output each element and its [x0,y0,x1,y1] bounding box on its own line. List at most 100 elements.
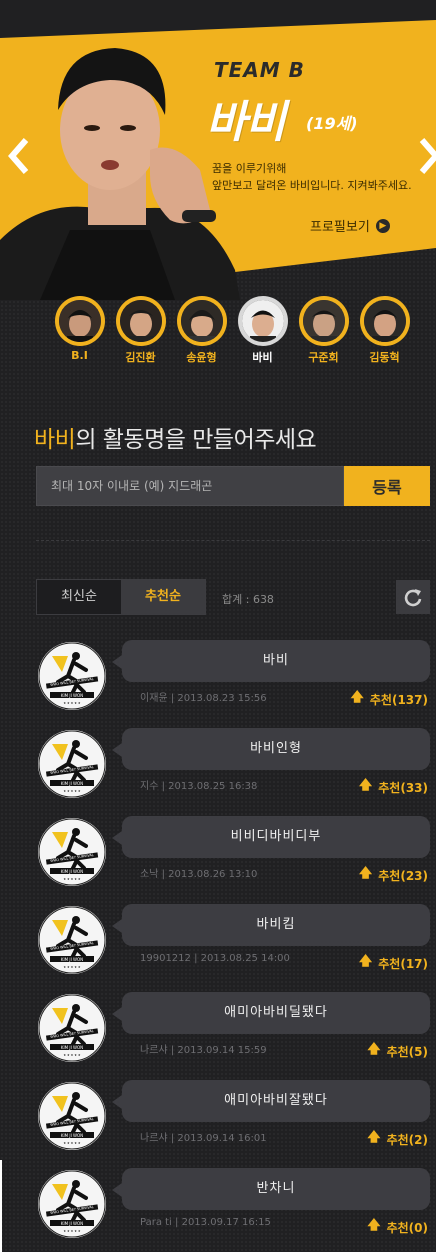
svg-text:★ ★ ★ ★ ★: ★ ★ ★ ★ ★ [63,1053,81,1057]
member-age: (19세) [306,114,358,133]
naming-form: 등록 [36,466,430,508]
suggestion-meta: 19901212 | 2013.08.25 14:00 [140,953,290,964]
edge-strip [0,1160,2,1252]
suggested-name: 애미아바비딜됐다 [112,992,430,1034]
arrow-up-icon: 🡅 [358,866,373,881]
suggested-name: 반차니 [112,1168,430,1210]
chevron-left-icon [8,138,29,174]
list-item: WHO WILL BE? SURVIVAL KIM JI WON ★ ★ ★ ★… [0,896,436,984]
tab-latest[interactable]: 최신순 [37,580,121,614]
author: 나르샤 [140,1133,168,1144]
timestamp: 2013.08.25 16:38 [168,781,258,792]
avatar [302,300,345,342]
member-item-bobby[interactable]: 바비 [235,296,290,365]
list-item: WHO WILL BE? SURVIVAL KIM JI WON ★ ★ ★ ★… [0,1072,436,1160]
suggested-name: 바비킴 [112,904,430,946]
avatar [363,300,406,342]
member-item-gujunhoe[interactable]: 구준회 [296,296,351,365]
total-count: 합계 : 638 [222,593,274,606]
member-item-kimdonghyeok[interactable]: 김동혁 [357,296,412,365]
arrow-up-icon: 🡅 [350,690,364,705]
activity-name-input[interactable] [36,466,344,506]
arrow-up-icon: 🡅 [367,1218,381,1233]
member-label: 송윤형 [186,351,217,364]
timestamp: 2013.09.17 16:15 [181,1217,271,1228]
author: 19901212 [140,953,191,964]
chevron-right-icon: ▶ [375,218,390,233]
tagline-line-1: 꿈을 이루기위해 [212,162,287,175]
register-button[interactable]: 등록 [344,466,430,506]
author: 소낙 [140,869,159,880]
author: Para ti [140,1217,172,1228]
member-label: 김진환 [125,351,156,364]
member-item-songyunhyeong[interactable]: 송윤형 [174,296,229,365]
list-item: WHO WILL BE? SURVIVAL KIM JI WON ★ ★ ★ ★… [0,632,436,720]
member-tagline: 꿈을 이루기위해 앞만보고 달려온 바비입니다. 지켜봐주세요. [212,160,412,194]
recommend-count: 추천(23) [378,868,428,883]
recommend-button[interactable]: 🡅 추천(0) [367,1216,428,1238]
refresh-icon [404,589,422,607]
svg-text:KIM JI WON: KIM JI WON [61,1045,83,1050]
avatar [180,300,223,342]
svg-text:★ ★ ★ ★ ★: ★ ★ ★ ★ ★ [63,1141,81,1145]
svg-text:KIM JI WON: KIM JI WON [61,1133,83,1138]
svg-text:★ ★ ★ ★ ★: ★ ★ ★ ★ ★ [63,789,81,793]
member-photo [0,30,240,300]
member-item-kimjinhwan[interactable]: 김진환 [113,296,168,365]
refresh-button[interactable] [396,580,430,614]
svg-text:KIM JI WON: KIM JI WON [61,957,83,962]
team-label: TEAM B [214,58,305,82]
arrow-up-icon: 🡅 [367,1042,381,1057]
suggestion-list: WHO WILL BE? SURVIVAL KIM JI WON ★ ★ ★ ★… [0,632,436,1248]
svg-text:KIM JI WON: KIM JI WON [61,1221,83,1226]
suggested-name: 바비 [112,640,430,682]
recommend-button[interactable]: 🡅 추천(5) [367,1040,428,1062]
member-selector: B.I 김진환 송윤형 바비 구준회 김동혁 [52,296,412,365]
recommend-count: 추천(137) [369,692,428,707]
suggested-name: 바비인형 [112,728,430,770]
svg-text:KIM JI WON: KIM JI WON [61,781,83,786]
suggestion-meta: 나르샤 | 2013.09.14 15:59 [140,1041,267,1056]
svg-text:★ ★ ★ ★ ★: ★ ★ ★ ★ ★ [63,1229,81,1233]
recommend-button[interactable]: 🡅 추천(33) [359,776,428,798]
suggestion-meta: 이재윤 | 2013.08.23 15:56 [140,689,267,704]
recommend-button[interactable]: 🡅 추천(137) [351,688,428,710]
svg-text:★ ★ ★ ★ ★: ★ ★ ★ ★ ★ [63,965,81,969]
arrow-up-icon: 🡅 [358,954,373,969]
tab-recommended[interactable]: 추천순 [121,580,205,614]
next-member-button[interactable] [416,136,436,176]
avatar: WHO WILL BE? SURVIVAL KIM JI WON ★ ★ ★ ★… [38,818,106,886]
recommend-count: 추천(5) [386,1044,428,1059]
arrow-up-icon: 🡅 [367,1130,381,1145]
member-label: 김동혁 [369,351,400,364]
prompt-member-name: 바비 [34,427,76,453]
list-item: WHO WILL BE? SURVIVAL KIM JI WON ★ ★ ★ ★… [0,984,436,1072]
member-item-bi[interactable]: B.I [52,296,107,365]
divider [36,540,430,541]
avatar: WHO WILL BE? SURVIVAL KIM JI WON ★ ★ ★ ★… [38,730,106,798]
suggestion-meta: Para ti | 2013.09.17 16:15 [140,1217,271,1228]
sort-tabs: 최신순 추천순 [36,579,206,615]
timestamp: 2013.09.14 16:01 [177,1133,267,1144]
author: 나르샤 [140,1045,168,1056]
hero-banner: TEAM B 바비 (19세) 꿈을 이루기위해 앞만보고 달려온 바비입니다.… [0,0,436,300]
previous-member-button[interactable] [4,136,34,176]
profile-link[interactable]: 프로필보기 ▶ [310,216,390,235]
timestamp: 2013.08.23 15:56 [177,693,267,704]
chevron-right-icon [419,138,436,174]
member-label: B.I [71,349,88,362]
avatar: WHO WILL BE? SURVIVAL KIM JI WON ★ ★ ★ ★… [38,1082,106,1150]
recommend-count: 추천(0) [386,1220,428,1235]
recommend-button[interactable]: 🡅 추천(23) [359,864,428,886]
member-label: 바비 [252,351,273,364]
recommend-count: 추천(2) [386,1132,428,1147]
member-name: 바비 [206,97,286,148]
recommend-button[interactable]: 🡅 추천(2) [367,1128,428,1150]
avatar [58,300,101,342]
avatar: WHO WILL BE? SURVIVAL KIM JI WON ★ ★ ★ ★… [38,642,106,710]
svg-text:★ ★ ★ ★ ★: ★ ★ ★ ★ ★ [63,701,81,705]
recommend-button[interactable]: 🡅 추천(17) [359,952,428,974]
avatar [241,300,284,342]
avatar: WHO WILL BE? SURVIVAL KIM JI WON ★ ★ ★ ★… [38,906,106,974]
svg-text:KIM JI WON: KIM JI WON [61,869,83,874]
